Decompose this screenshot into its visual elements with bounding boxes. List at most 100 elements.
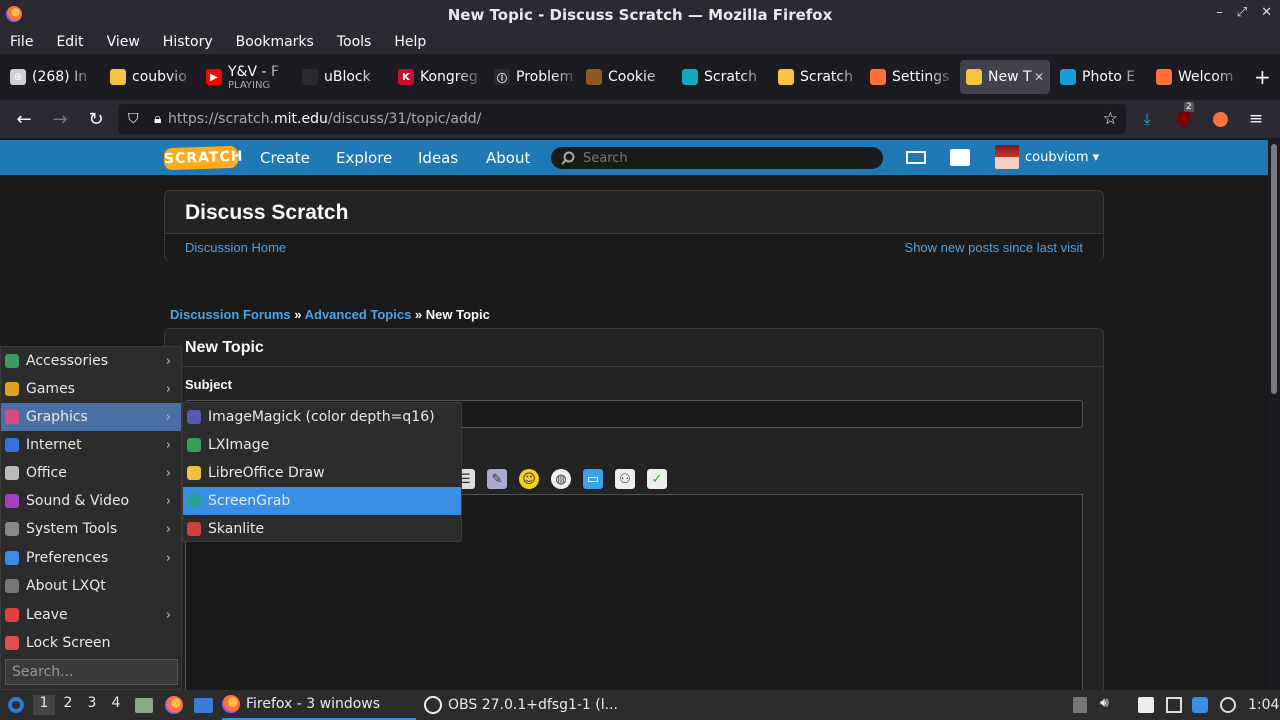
file-manager-icon[interactable] bbox=[135, 690, 153, 720]
tab-0[interactable]: ⊙ (268) In bbox=[4, 60, 96, 94]
globe-icon[interactable]: ◍ bbox=[551, 469, 571, 489]
menu-file[interactable]: File bbox=[10, 34, 33, 50]
submenu-item-libreoffice[interactable]: LibreOffice Draw bbox=[183, 459, 461, 487]
tab-2[interactable]: ▶ Y&V - F PLAYING bbox=[200, 60, 292, 94]
page-scrollbar[interactable] bbox=[1268, 140, 1280, 690]
check-icon[interactable]: ✓ bbox=[647, 469, 667, 489]
tab-close-icon[interactable]: ✕ bbox=[1034, 70, 1044, 84]
new-posts-link[interactable]: Show new posts since last visit bbox=[905, 240, 1083, 255]
tab-6[interactable]: Cookie bbox=[580, 60, 672, 94]
messages-icon[interactable] bbox=[906, 151, 926, 164]
chevron-right-icon: › bbox=[165, 465, 171, 481]
image-icon[interactable]: ✎ bbox=[487, 469, 507, 489]
menu-item-graphics[interactable]: Graphics › bbox=[1, 403, 181, 431]
desktop-show-icon[interactable] bbox=[194, 690, 213, 720]
scrollbar-thumb[interactable] bbox=[1271, 144, 1277, 394]
category-icon bbox=[5, 579, 19, 593]
menu-bookmarks[interactable]: Bookmarks bbox=[236, 34, 314, 50]
bookmark-star-icon[interactable]: ☆ bbox=[1103, 109, 1118, 129]
username-dropdown[interactable]: coubviom ▾ bbox=[1025, 150, 1099, 165]
menu-history[interactable]: History bbox=[163, 34, 213, 50]
desktop-4[interactable]: 4 bbox=[105, 695, 127, 715]
submenu-item-screengrab[interactable]: ScreenGrab bbox=[183, 487, 461, 515]
network-icon[interactable] bbox=[1220, 697, 1236, 713]
menu-item-about-lxqt[interactable]: About LXQt bbox=[1, 572, 181, 600]
menu-item-label: Internet bbox=[26, 437, 82, 453]
menu-item-leave[interactable]: Leave › bbox=[1, 601, 181, 629]
tab-9[interactable]: Settings bbox=[864, 60, 956, 94]
minimize-button[interactable]: – bbox=[1216, 5, 1223, 20]
breadcrumb-advanced-topics[interactable]: Advanced Topics bbox=[305, 307, 412, 322]
nav-ideas[interactable]: Ideas bbox=[418, 149, 458, 167]
ublock-icon[interactable]: 2 bbox=[1172, 102, 1196, 130]
submenu-item-imagemagick[interactable]: ImageMagick (color depth=q16) bbox=[183, 403, 461, 431]
lxqt-search-input[interactable] bbox=[12, 664, 172, 680]
clipboard-icon[interactable] bbox=[1138, 697, 1154, 713]
back-button[interactable]: ← bbox=[6, 109, 42, 130]
tab-8[interactable]: Scratch bbox=[772, 60, 864, 94]
scratch-logo[interactable]: SCRATCH bbox=[163, 145, 244, 171]
menu-item-label: Preferences bbox=[26, 550, 109, 566]
volume-icon[interactable]: 🔊︎ bbox=[1100, 695, 1116, 711]
menu-item-lock-screen[interactable]: Lock Screen bbox=[1, 629, 181, 657]
lock-icon[interactable]: 🔒︎ bbox=[154, 111, 161, 127]
shield-icon[interactable]: ⛉ bbox=[128, 111, 139, 127]
menu-item-office[interactable]: Office › bbox=[1, 459, 181, 487]
tab-12[interactable]: Welcom bbox=[1150, 60, 1242, 94]
maximize-button[interactable]: ⤢ bbox=[1237, 5, 1247, 20]
submenu-item-lximage[interactable]: LXImage bbox=[183, 431, 461, 459]
desktop-3[interactable]: 3 bbox=[81, 695, 103, 715]
desktop-2[interactable]: 2 bbox=[57, 695, 79, 715]
downloads-icon[interactable]: ⤓ bbox=[1135, 108, 1159, 130]
task-firefox[interactable]: Firefox - 3 windows bbox=[222, 690, 416, 720]
nav-explore[interactable]: Explore bbox=[336, 149, 392, 167]
screen-icon[interactable] bbox=[1166, 697, 1182, 713]
lxqt-application-menu: Accessories › Games › Graphics › Internet › Offi… bbox=[0, 346, 182, 690]
my-stuff-icon[interactable] bbox=[950, 149, 970, 166]
desktop-1[interactable]: 1 bbox=[33, 695, 55, 715]
avatar[interactable] bbox=[995, 145, 1019, 169]
tab-1[interactable]: coubvio bbox=[104, 60, 196, 94]
tab-4[interactable]: K Kongreg bbox=[392, 60, 484, 94]
scratchblocks-icon[interactable]: ▭ bbox=[583, 469, 603, 489]
reload-button[interactable]: ↻ bbox=[78, 109, 114, 130]
update-notifier-icon[interactable] bbox=[1192, 697, 1208, 713]
nav-create[interactable]: Create bbox=[260, 149, 310, 167]
menu-item-label: Sound & Video bbox=[26, 493, 130, 509]
tab-7[interactable]: Scratch bbox=[676, 60, 768, 94]
menu-item-accessories[interactable]: Accessories › bbox=[1, 347, 181, 375]
menu-item-games[interactable]: Games › bbox=[1, 375, 181, 403]
tab-label: uBlock bbox=[324, 69, 371, 85]
clean-icon[interactable]: ⚇ bbox=[615, 469, 635, 489]
chevron-right-icon: › bbox=[165, 550, 171, 566]
breadcrumb-forums[interactable]: Discussion Forums bbox=[170, 307, 291, 322]
nav-about[interactable]: About bbox=[486, 149, 530, 167]
task-obs[interactable]: OBS 27.0.1+dfsg1-1 (l... bbox=[424, 690, 624, 720]
menu-item-system-tools[interactable]: System Tools › bbox=[1, 515, 181, 543]
tray-arrow-icon[interactable] bbox=[1073, 697, 1087, 713]
menu-tools[interactable]: Tools bbox=[337, 34, 372, 50]
discussion-home-link[interactable]: Discussion Home bbox=[185, 240, 286, 255]
menu-edit[interactable]: Edit bbox=[56, 34, 83, 50]
lxqt-start-icon[interactable] bbox=[6, 690, 26, 720]
submenu-item-skanlite[interactable]: Skanlite bbox=[183, 515, 461, 543]
url-bar[interactable]: ⛉ 🔒︎ https://scratch.mit.edu/discuss/31/… bbox=[118, 104, 1126, 134]
menu-item-internet[interactable]: Internet › bbox=[1, 431, 181, 459]
firefox-launcher-icon[interactable] bbox=[165, 690, 183, 720]
new-tab-button[interactable]: + bbox=[1254, 65, 1280, 89]
scratch-search-input[interactable] bbox=[583, 150, 863, 166]
menu-item-sound-video[interactable]: Sound & Video › bbox=[1, 487, 181, 515]
hamburger-menu-icon[interactable]: ≡ bbox=[1244, 108, 1268, 130]
tab-3[interactable]: uBlock bbox=[296, 60, 388, 94]
tab-5[interactable]: ⓘ Problem bbox=[488, 60, 580, 94]
clock[interactable]: 1:04 bbox=[1248, 690, 1279, 720]
forward-button[interactable]: → bbox=[42, 109, 78, 130]
menu-view[interactable]: View bbox=[107, 34, 140, 50]
smiley-icon[interactable]: ☺ bbox=[519, 469, 539, 489]
tab-10[interactable]: New T ✕ bbox=[960, 60, 1050, 94]
tab-11[interactable]: Photo E bbox=[1054, 60, 1146, 94]
close-window-button[interactable]: ✕ bbox=[1261, 5, 1272, 20]
menu-help[interactable]: Help bbox=[394, 34, 426, 50]
menu-item-preferences[interactable]: Preferences › bbox=[1, 544, 181, 572]
extension-icon[interactable] bbox=[1208, 108, 1232, 130]
